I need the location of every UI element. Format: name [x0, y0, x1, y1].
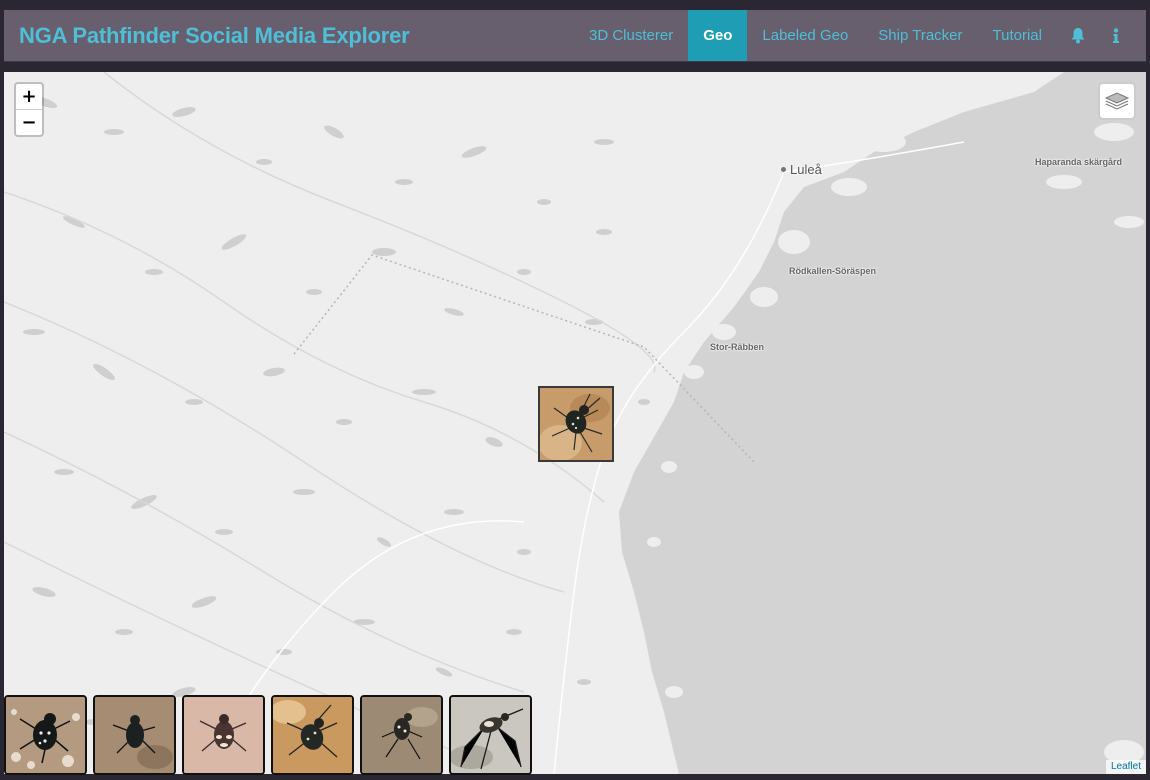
label-rodkallen: Rödkallen-Söräspen [789, 266, 877, 276]
bell-icon[interactable] [1057, 10, 1099, 61]
city-dot [781, 167, 786, 172]
thumbnail-2[interactable] [93, 695, 176, 775]
beetle-thumbnail-image [95, 697, 174, 773]
zoom-out-button[interactable]: − [16, 109, 42, 135]
app-title[interactable]: NGA Pathfinder Social Media Explorer [19, 10, 410, 61]
label-stor-rabben: Stor-Räbben [710, 342, 764, 352]
beetle-thumbnail-image [273, 697, 352, 773]
layers-button[interactable] [1098, 82, 1136, 120]
nav-links: 3D Clusterer Geo Labeled Geo Ship Tracke… [574, 10, 1146, 61]
beetle-image [540, 388, 612, 460]
thumbnail-5[interactable] [360, 695, 443, 775]
nav-ship-tracker[interactable]: Ship Tracker [863, 10, 977, 61]
beetle-thumbnail-image [451, 697, 530, 773]
thumbnail-3[interactable] [182, 695, 265, 775]
nav-3d-clusterer[interactable]: 3D Clusterer [574, 10, 688, 61]
zoom-control: + − [14, 82, 44, 137]
chat-icon[interactable] [1133, 10, 1146, 61]
beetle-photo-marker[interactable] [538, 386, 614, 462]
thumbnail-strip [4, 695, 538, 775]
info-icon[interactable] [1099, 10, 1133, 61]
beetle-thumbnail-image [184, 697, 263, 773]
map-attribution: Leaflet [1105, 760, 1146, 774]
label-haparanda: Haparanda skärgård [1035, 157, 1123, 167]
thumbnail-6[interactable] [449, 695, 532, 775]
thumbnail-4[interactable] [271, 695, 354, 775]
map-view[interactable]: + − Luleå Haparanda skärgård Rödkallen-S… [4, 72, 1146, 774]
nav-geo[interactable]: Geo [688, 10, 748, 61]
leaflet-link[interactable]: Leaflet [1111, 761, 1141, 772]
beetle-thumbnail-image [6, 697, 85, 773]
nav-labeled-geo[interactable]: Labeled Geo [747, 10, 863, 61]
nav-tutorial[interactable]: Tutorial [978, 10, 1057, 61]
layers-icon [1104, 92, 1130, 110]
navbar: NGA Pathfinder Social Media Explorer 3D … [4, 10, 1146, 62]
thumbnail-1[interactable] [4, 695, 87, 775]
label-lulea: Luleå [790, 162, 822, 177]
beetle-thumbnail-image [362, 697, 441, 773]
zoom-in-button[interactable]: + [16, 84, 42, 109]
